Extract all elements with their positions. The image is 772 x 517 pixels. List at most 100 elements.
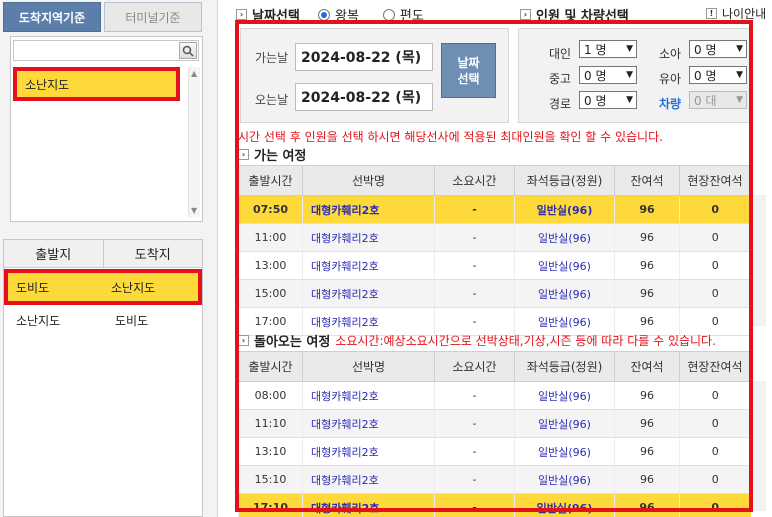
infant-label: 유아 bbox=[659, 72, 682, 86]
chevron-down-icon: ▼ bbox=[736, 44, 743, 54]
vehicle-select: 0 대 ▼ bbox=[689, 91, 747, 109]
chevron-down-icon: ▼ bbox=[626, 70, 633, 80]
column-header: 좌석등급(정원) bbox=[514, 351, 615, 382]
schedule-row[interactable]: 13:00 대형카훼리2호 - 일반실(96) 96 0 bbox=[238, 251, 751, 280]
column-header: 선박명 bbox=[302, 351, 435, 382]
chevron-down-icon: ▼ bbox=[626, 95, 633, 105]
cell-time: 13:10 bbox=[238, 437, 303, 466]
region-scrollbar[interactable]: ▲ ▼ bbox=[188, 67, 200, 217]
schedule-row[interactable]: 08:00 대형카훼리2호 - 일반실(96) 96 0 bbox=[238, 381, 751, 410]
radio-oneway[interactable]: 편도 bbox=[382, 5, 424, 24]
cell-seats: 96 bbox=[614, 251, 680, 280]
column-header: 현장잔여석 bbox=[679, 351, 751, 382]
adult-select[interactable]: 1 명 ▼ bbox=[579, 40, 637, 58]
route-table: 출발지 도착지 도비도 소난지도 소난지도 도비도 bbox=[3, 239, 203, 517]
cell-ship: 대형카훼리2호 bbox=[302, 251, 435, 280]
senior-select[interactable]: 0 명 ▼ bbox=[579, 91, 637, 109]
cell-ship: 대형카훼리2호 bbox=[302, 223, 435, 252]
table-header-row: 출발시간 선박명 소요시간 좌석등급(정원) 잔여석 현장잔여석 bbox=[238, 351, 751, 382]
infant-select[interactable]: 0 명 ▼ bbox=[689, 66, 747, 84]
child-label: 소아 bbox=[659, 47, 682, 61]
search-icon bbox=[182, 45, 194, 57]
cell-time: 13:00 bbox=[238, 251, 303, 280]
chevron-right-icon: › bbox=[238, 149, 249, 160]
cell-seats: 96 bbox=[614, 409, 680, 438]
pax-box: 대인 1 명 ▼ 소아 0 명 ▼ 중고 0 명 ▼ 유아 0 명 ▼ 경로 0 명 ▼ … bbox=[518, 28, 750, 123]
return-label: 오는날 bbox=[255, 93, 289, 107]
chevron-right-icon: › bbox=[520, 9, 531, 20]
cell-time: 17:10 bbox=[238, 493, 303, 517]
column-header: 출발시간 bbox=[238, 165, 303, 196]
cell-seats: 96 bbox=[614, 195, 680, 224]
cell-onsite: 0 bbox=[679, 195, 751, 224]
region-item-selected[interactable]: 소난지도 bbox=[13, 67, 180, 101]
column-header: 현장잔여석 bbox=[679, 165, 751, 196]
cell-ship: 대형카훼리2호 bbox=[302, 465, 435, 494]
schedule-row[interactable]: 11:00 대형카훼리2호 - 일반실(96) 96 0 bbox=[238, 223, 751, 252]
column-header: 잔여석 bbox=[614, 165, 680, 196]
cell-seats: 96 bbox=[614, 465, 680, 494]
cell-duration: - bbox=[434, 465, 515, 494]
teen-label: 중고 bbox=[549, 72, 572, 86]
region-box: 소난지도 ▲ ▼ bbox=[10, 36, 203, 222]
cell-duration: - bbox=[434, 279, 515, 308]
chevron-down-icon: ▼ bbox=[736, 95, 743, 105]
vehicle-label: 차량 bbox=[659, 97, 682, 111]
scroll-up-icon[interactable]: ▲ bbox=[191, 69, 197, 78]
cell-time: 08:00 bbox=[238, 381, 303, 410]
return-scrollbar[interactable] bbox=[752, 381, 766, 511]
cell-seats: 96 bbox=[614, 381, 680, 410]
cell-seats: 96 bbox=[614, 223, 680, 252]
route-row[interactable]: 소난지도 도비도 bbox=[4, 305, 202, 335]
column-header: 좌석등급(정원) bbox=[514, 165, 615, 196]
tab-terminal[interactable]: 터미널기준 bbox=[104, 2, 202, 32]
cell-onsite: 0 bbox=[679, 409, 751, 438]
cell-ship: 대형카훼리2호 bbox=[302, 279, 435, 308]
cell-grade: 일반실(96) bbox=[514, 251, 615, 280]
cell-ship: 대형카훼리2호 bbox=[302, 409, 435, 438]
adult-label: 대인 bbox=[549, 47, 572, 61]
outbound-heading: › 가는 여정 bbox=[238, 145, 306, 164]
cell-ship: 대형카훼리2호 bbox=[302, 381, 435, 410]
schedule-row[interactable]: 15:10 대형카훼리2호 - 일반실(96) 96 0 bbox=[238, 465, 751, 494]
region-search-input[interactable] bbox=[13, 40, 199, 61]
schedule-row[interactable]: 13:10 대형카훼리2호 - 일반실(96) 96 0 bbox=[238, 437, 751, 466]
cell-time: 11:00 bbox=[238, 223, 303, 252]
cell-onsite: 0 bbox=[679, 251, 751, 280]
tab-arrival-region[interactable]: 도착지역기준 bbox=[3, 2, 101, 32]
senior-label: 경로 bbox=[549, 97, 572, 111]
schedule-row[interactable]: 11:10 대형카훼리2호 - 일반실(96) 96 0 bbox=[238, 409, 751, 438]
age-guide-link[interactable]: ! 나이안내 bbox=[706, 5, 766, 22]
scroll-down-icon[interactable]: ▼ bbox=[191, 206, 197, 215]
child-select[interactable]: 0 명 ▼ bbox=[689, 40, 747, 58]
cell-grade: 일반실(96) bbox=[514, 195, 615, 224]
table-header-row: 출발시간 선박명 소요시간 좌석등급(정원) 잔여석 현장잔여석 bbox=[238, 165, 751, 196]
radio-checked-icon[interactable] bbox=[318, 8, 330, 21]
radio-roundtrip[interactable]: 왕복 bbox=[318, 5, 359, 24]
cell-onsite: 0 bbox=[679, 465, 751, 494]
search-button[interactable] bbox=[179, 42, 197, 59]
cell-duration: - bbox=[434, 251, 515, 280]
outbound-scrollbar[interactable] bbox=[752, 195, 766, 326]
cell-time: 15:00 bbox=[238, 279, 303, 308]
route-row-selected[interactable]: 도비도 소난지도 bbox=[4, 269, 202, 305]
cell-grade: 일반실(96) bbox=[514, 409, 615, 438]
pax-select-heading: › 인원 및 차량선택 bbox=[520, 5, 629, 24]
left-panel: 도착지역기준 터미널기준 소난지도 ▲ ▼ 출발지 도착지 도비도 소난지도 소… bbox=[0, 0, 218, 517]
cell-grade: 일반실(96) bbox=[514, 381, 615, 410]
cell-time: 15:10 bbox=[238, 465, 303, 494]
cell-time: 07:50 bbox=[238, 195, 303, 224]
cell-grade: 일반실(96) bbox=[514, 279, 615, 308]
depart-date-field[interactable]: 2024-08-22 (목) bbox=[295, 43, 433, 71]
teen-select[interactable]: 0 명 ▼ bbox=[579, 66, 637, 84]
cell-duration: - bbox=[434, 381, 515, 410]
route-to: 소난지도 bbox=[111, 280, 156, 295]
return-date-field[interactable]: 2024-08-22 (목) bbox=[295, 83, 433, 111]
cell-onsite: 0 bbox=[679, 493, 751, 517]
date-select-button[interactable]: 날짜 선택 bbox=[441, 43, 496, 98]
schedule-row[interactable]: 07:50 대형카훼리2호 - 일반실(96) 96 0 bbox=[238, 195, 751, 224]
schedule-row[interactable]: 17:10 대형카훼리2호 - 일반실(96) 96 0 bbox=[238, 493, 751, 517]
radio-unchecked-icon[interactable] bbox=[382, 8, 395, 21]
schedule-row[interactable]: 15:00 대형카훼리2호 - 일반실(96) 96 0 bbox=[238, 279, 751, 308]
depart-label: 가는날 bbox=[255, 51, 289, 65]
